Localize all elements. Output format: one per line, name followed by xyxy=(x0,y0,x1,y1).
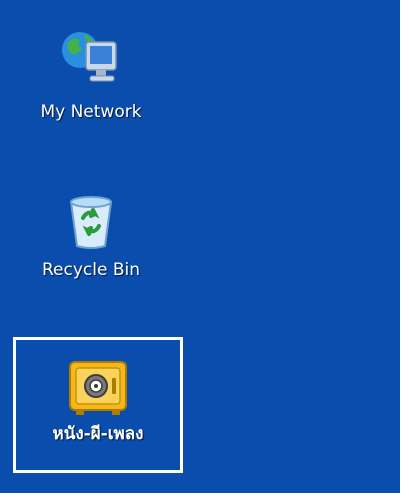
desktop-icon-label: Recycle Bin xyxy=(41,260,140,280)
desktop-icon-my-network[interactable]: My Network xyxy=(26,26,156,122)
desktop-icon-recycle-bin[interactable]: Recycle Bin xyxy=(26,192,156,280)
recycle-bin-icon xyxy=(63,192,119,250)
desktop-icon-label: หนัง-ผี-เพลง xyxy=(52,424,144,444)
desktop-icon-label: My Network xyxy=(40,102,142,122)
desktop[interactable]: My Network Recycle Bin หนัง-ผี-เพลง xyxy=(0,0,400,493)
desktop-icon-safe-folder[interactable]: หนัง-ผี-เพลง xyxy=(13,337,183,473)
network-computer-icon xyxy=(56,26,126,94)
safe-icon xyxy=(66,358,130,418)
